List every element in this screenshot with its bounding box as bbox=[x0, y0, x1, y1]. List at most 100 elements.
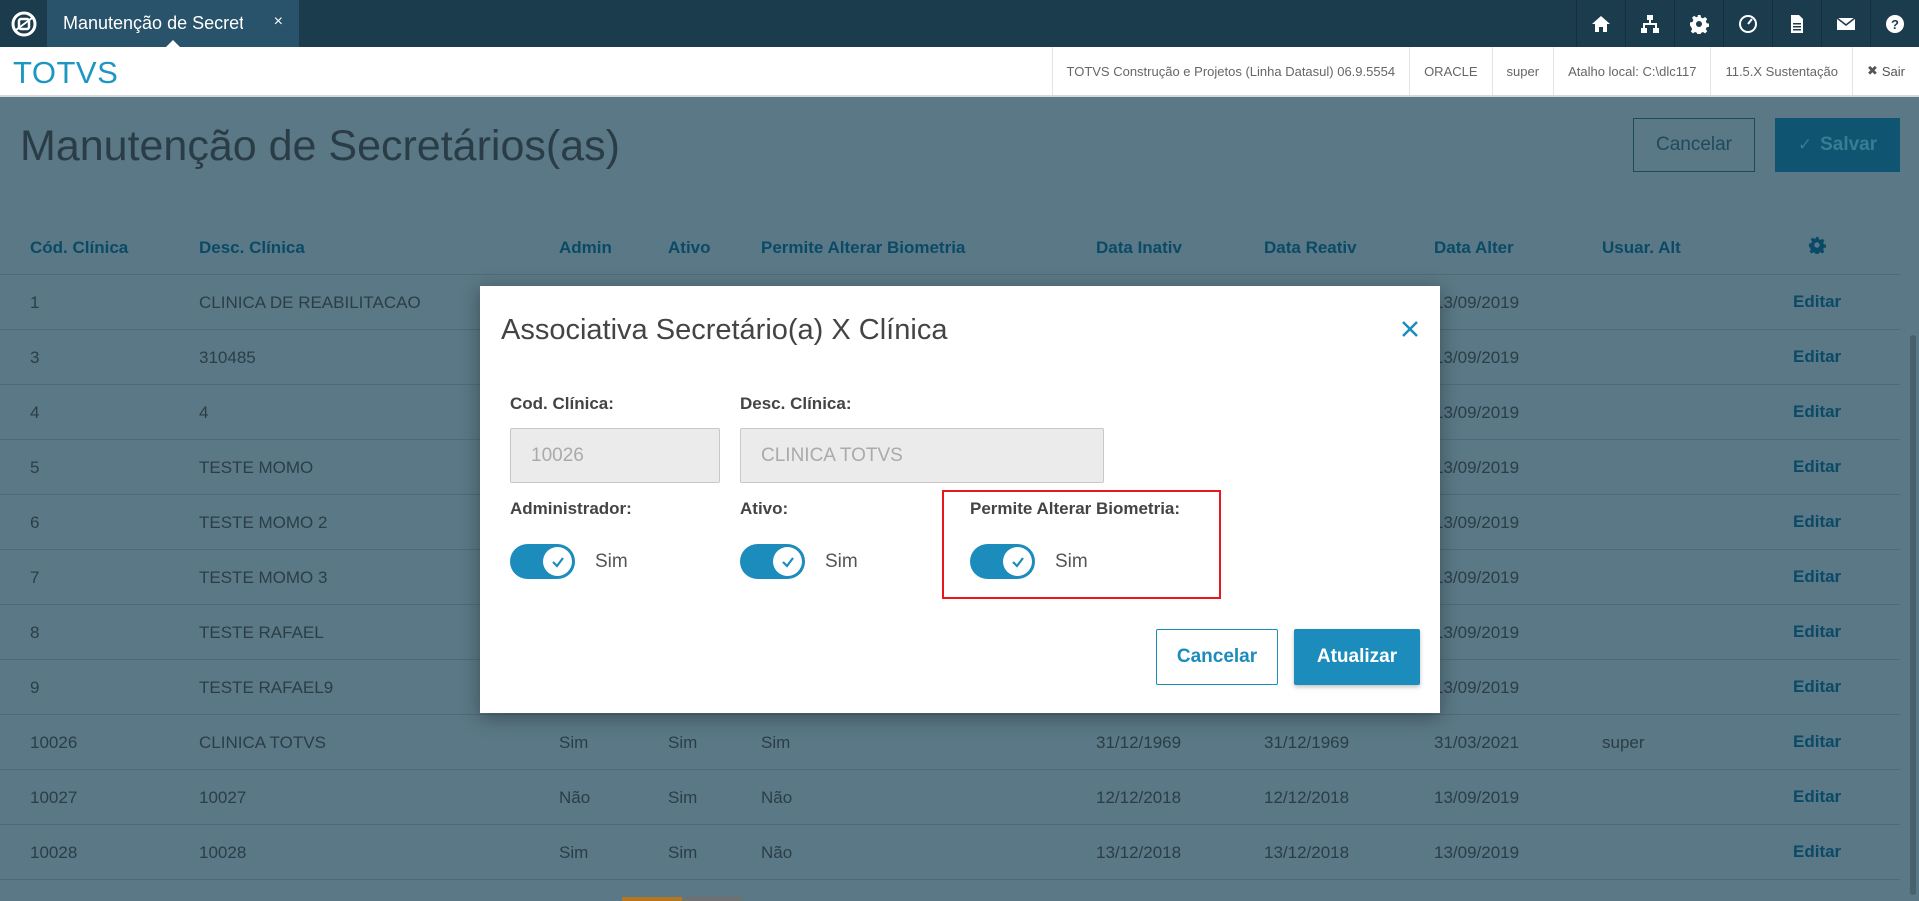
edit-link[interactable]: Editar bbox=[1793, 457, 1841, 477]
cell-usuar: super bbox=[1602, 733, 1645, 752]
cell-cod: 10028 bbox=[30, 843, 78, 862]
cell-alter: 13/09/2019 bbox=[1434, 513, 1520, 532]
database-info: ORACLE bbox=[1409, 47, 1491, 95]
page-save-button[interactable]: ✓ Salvar bbox=[1775, 118, 1900, 172]
dashboard-icon[interactable] bbox=[1723, 0, 1772, 47]
user-info: super bbox=[1491, 47, 1554, 95]
cell-cod: 1 bbox=[30, 293, 40, 312]
logout-button[interactable]: ✖ Sair bbox=[1851, 47, 1919, 95]
mail-icon[interactable] bbox=[1821, 0, 1870, 47]
cell-alter: 13/09/2019 bbox=[1434, 843, 1520, 862]
edit-link[interactable]: Editar bbox=[1793, 622, 1841, 642]
document-icon[interactable] bbox=[1772, 0, 1821, 47]
edit-link[interactable]: Editar bbox=[1793, 347, 1841, 367]
toggle-knob bbox=[543, 547, 572, 576]
top-bar: Manutenção de Secretários(as) × ? bbox=[0, 0, 1919, 48]
tab-manutencao-secretarios[interactable]: Manutenção de Secretários(as) × bbox=[47, 0, 299, 48]
column-settings-icon[interactable] bbox=[1808, 236, 1826, 254]
scrollbar[interactable] bbox=[1910, 335, 1916, 895]
page-cancel-button[interactable]: Cancelar bbox=[1633, 118, 1755, 172]
top-icon-bar: ? bbox=[1576, 0, 1919, 47]
cell-desc: TESTE MOMO 3 bbox=[199, 568, 328, 587]
edit-link[interactable]: Editar bbox=[1793, 842, 1841, 862]
cell-desc: TESTE RAFAEL9 bbox=[199, 678, 334, 697]
totvs-logo-icon[interactable] bbox=[0, 0, 47, 47]
table-row[interactable]: 10026 CLINICA TOTVS Sim Sim Sim 31/12/1969 31/… bbox=[0, 715, 1900, 770]
close-icon[interactable] bbox=[1395, 314, 1425, 344]
cell-ativo: Sim bbox=[668, 733, 698, 752]
edit-link[interactable]: Editar bbox=[1793, 787, 1841, 807]
cell-admin: Sim bbox=[559, 843, 589, 862]
toggle-knob bbox=[773, 547, 802, 576]
page-title: Manutenção de Secretários(as) bbox=[20, 122, 620, 170]
administrador-toggle[interactable] bbox=[510, 544, 575, 579]
table-header: Cód. Clínica Desc. Clínica Admin Ativo P… bbox=[0, 227, 1900, 275]
cell-bio: Não bbox=[761, 788, 793, 807]
cell-cod: 7 bbox=[30, 568, 40, 587]
modal-cancel-button[interactable]: Cancelar bbox=[1156, 629, 1278, 685]
col-cod-clinica[interactable]: Cód. Clínica bbox=[30, 238, 128, 258]
col-usuar-alt[interactable]: Usuar. Alt bbox=[1602, 238, 1681, 258]
col-data-alter[interactable]: Data Alter bbox=[1434, 238, 1514, 258]
table-row[interactable]: 10028 10028 Sim Sim Não 13/12/2018 13/12/2018 1… bbox=[0, 825, 1900, 880]
ativo-toggle[interactable] bbox=[740, 544, 805, 579]
cell-admin: Não bbox=[559, 788, 591, 807]
cell-inativ: 13/12/2018 bbox=[1096, 843, 1182, 862]
edit-link[interactable]: Editar bbox=[1793, 567, 1841, 587]
cell-reativ: 31/12/1969 bbox=[1264, 733, 1350, 752]
cell-cod: 9 bbox=[30, 678, 40, 697]
col-data-reativ[interactable]: Data Reativ bbox=[1264, 238, 1357, 258]
col-desc-clinica[interactable]: Desc. Clínica bbox=[199, 238, 305, 258]
edit-link[interactable]: Editar bbox=[1793, 292, 1841, 312]
edit-link[interactable]: Editar bbox=[1793, 677, 1841, 697]
svg-text:?: ? bbox=[1891, 17, 1899, 32]
administrador-value: Sim bbox=[595, 551, 628, 572]
cell-desc: TESTE MOMO bbox=[199, 458, 314, 477]
cell-bio: Não bbox=[761, 843, 793, 862]
modal-title: Associativa Secretário(a) X Clínica bbox=[501, 314, 948, 346]
tab-close-icon[interactable]: × bbox=[274, 13, 283, 31]
edit-link[interactable]: Editar bbox=[1793, 732, 1841, 752]
sitemap-icon[interactable] bbox=[1625, 0, 1674, 47]
bottom-accent-2 bbox=[682, 897, 742, 901]
help-icon[interactable]: ? bbox=[1870, 0, 1919, 47]
cell-cod: 5 bbox=[30, 458, 40, 477]
edit-link[interactable]: Editar bbox=[1793, 512, 1841, 532]
cell-cod: 10027 bbox=[30, 788, 78, 807]
cell-alter: 13/09/2019 bbox=[1434, 403, 1520, 422]
cell-desc: TESTE RAFAEL bbox=[199, 623, 324, 642]
cell-reativ: 13/12/2018 bbox=[1264, 843, 1350, 862]
cell-desc: TESTE MOMO 2 bbox=[199, 513, 328, 532]
cell-inativ: 31/12/1969 bbox=[1096, 733, 1182, 752]
table-row[interactable]: 10027 10027 Não Sim Não 12/12/2018 12/12/2018 1… bbox=[0, 770, 1900, 825]
cell-cod: 8 bbox=[30, 623, 40, 642]
bottom-accent bbox=[622, 897, 682, 901]
cell-alter: 13/09/2019 bbox=[1434, 788, 1520, 807]
version-info: 11.5.X Sustentação bbox=[1710, 47, 1852, 95]
col-permite-biometria[interactable]: Permite Alterar Biometria bbox=[761, 238, 965, 258]
col-data-inativ[interactable]: Data Inativ bbox=[1096, 238, 1182, 258]
cell-reativ: 12/12/2018 bbox=[1264, 788, 1350, 807]
desc-clinica-input[interactable]: CLINICA TOTVS bbox=[740, 428, 1104, 483]
cell-desc: 310485 bbox=[199, 348, 256, 367]
cod-clinica-input[interactable]: 10026 bbox=[510, 428, 720, 483]
cell-cod: 10026 bbox=[30, 733, 78, 752]
cell-desc: 4 bbox=[199, 403, 209, 422]
col-admin[interactable]: Admin bbox=[559, 238, 612, 258]
col-ativo[interactable]: Ativo bbox=[668, 238, 711, 258]
edit-link[interactable]: Editar bbox=[1793, 402, 1841, 422]
cell-desc: 10027 bbox=[199, 788, 247, 807]
modal-update-button[interactable]: Atualizar bbox=[1294, 629, 1420, 685]
cell-cod: 6 bbox=[30, 513, 40, 532]
cell-alter: 13/09/2019 bbox=[1434, 458, 1520, 477]
cell-bio: Sim bbox=[761, 733, 791, 752]
desc-clinica-label: Desc. Clínica: bbox=[740, 394, 852, 413]
cell-desc: CLINICA TOTVS bbox=[199, 733, 326, 752]
gear-icon[interactable] bbox=[1674, 0, 1723, 47]
home-icon[interactable] bbox=[1576, 0, 1625, 47]
cell-desc: CLINICA DE REABILITACAO bbox=[199, 293, 421, 312]
cell-alter: 13/09/2019 bbox=[1434, 293, 1520, 312]
ativo-label: Ativo: bbox=[740, 499, 789, 518]
check-icon bbox=[551, 556, 564, 568]
tab-label: Manutenção de Secretários(as) bbox=[63, 13, 243, 33]
